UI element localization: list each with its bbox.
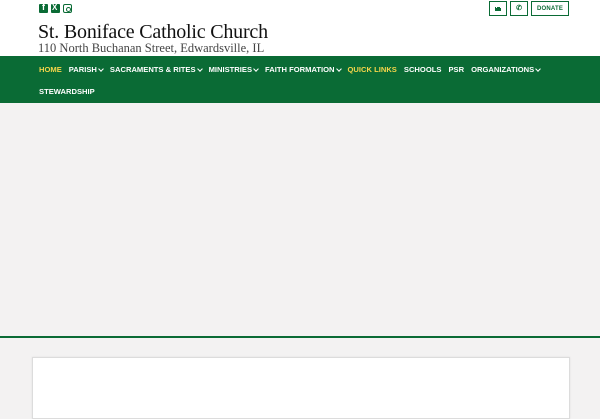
phone-button[interactable]: ✆ bbox=[510, 1, 528, 16]
nav-item-faith-formation[interactable]: FAITH FORMATION bbox=[265, 65, 342, 74]
nav-item-label: STEWARDSHIP bbox=[39, 87, 95, 96]
hero-divider bbox=[0, 336, 600, 338]
nav-row: STEWARDSHIP bbox=[39, 87, 102, 96]
nav-item-label: SCHOOLS bbox=[403, 65, 442, 74]
nav-item-label: PARISH bbox=[68, 65, 97, 74]
nav-item-label: HOME bbox=[39, 65, 62, 74]
nav-item-parish[interactable]: PARISH bbox=[68, 65, 104, 74]
envelope-icon bbox=[495, 6, 501, 11]
email-button[interactable] bbox=[489, 1, 507, 16]
chevron-down-icon bbox=[196, 65, 203, 72]
phone-icon: ✆ bbox=[516, 5, 522, 12]
nav-item-schools[interactable]: SCHOOLS bbox=[404, 65, 442, 74]
chevron-down-icon bbox=[98, 65, 104, 72]
chevron-down-icon bbox=[335, 65, 342, 72]
hero-banner bbox=[0, 103, 600, 336]
nav-item-stewardship[interactable]: STEWARDSHIP bbox=[39, 87, 95, 96]
site-header: St. Boniface Catholic Church 110 North B… bbox=[0, 19, 600, 56]
nav-item-ministries[interactable]: MINISTRIES bbox=[208, 65, 259, 74]
nav-item-label: SACRAMENTS & RITES bbox=[109, 65, 196, 74]
nav-item-quick-links[interactable]: QUICK LINKS bbox=[348, 65, 397, 74]
nav-item-label: PSR bbox=[448, 65, 465, 74]
nav-row: HOME PARISH SACRAMENTS & RITES MINISTRIE… bbox=[39, 65, 547, 74]
x-icon[interactable] bbox=[51, 3, 60, 13]
social-links bbox=[39, 2, 72, 13]
top-bar: ✆ DONATE bbox=[0, 0, 600, 20]
instagram-icon[interactable] bbox=[63, 4, 72, 13]
chevron-down-icon bbox=[253, 65, 259, 72]
site-address: 110 North Buchanan Street, Edwardsville,… bbox=[38, 41, 265, 55]
facebook-icon[interactable] bbox=[39, 2, 48, 13]
nav-item-psr[interactable]: PSR bbox=[448, 65, 464, 74]
nav-item-label: QUICK LINKS bbox=[347, 65, 397, 74]
chevron-down-icon bbox=[535, 65, 542, 72]
main-navigation: HOME PARISH SACRAMENTS & RITES MINISTRIE… bbox=[0, 56, 600, 103]
nav-item-sacraments-rites[interactable]: SACRAMENTS & RITES bbox=[109, 65, 203, 74]
nav-item-label: FAITH FORMATION bbox=[265, 65, 335, 74]
header-actions: ✆ DONATE bbox=[489, 1, 569, 16]
nav-item-label: ORGANIZATIONS bbox=[471, 65, 535, 74]
nav-item-organizations[interactable]: ORGANIZATIONS bbox=[471, 65, 542, 74]
nav-item-home[interactable]: HOME bbox=[39, 65, 62, 74]
content-card bbox=[32, 357, 570, 419]
donate-button[interactable]: DONATE bbox=[531, 1, 569, 16]
nav-item-label: MINISTRIES bbox=[208, 65, 253, 74]
